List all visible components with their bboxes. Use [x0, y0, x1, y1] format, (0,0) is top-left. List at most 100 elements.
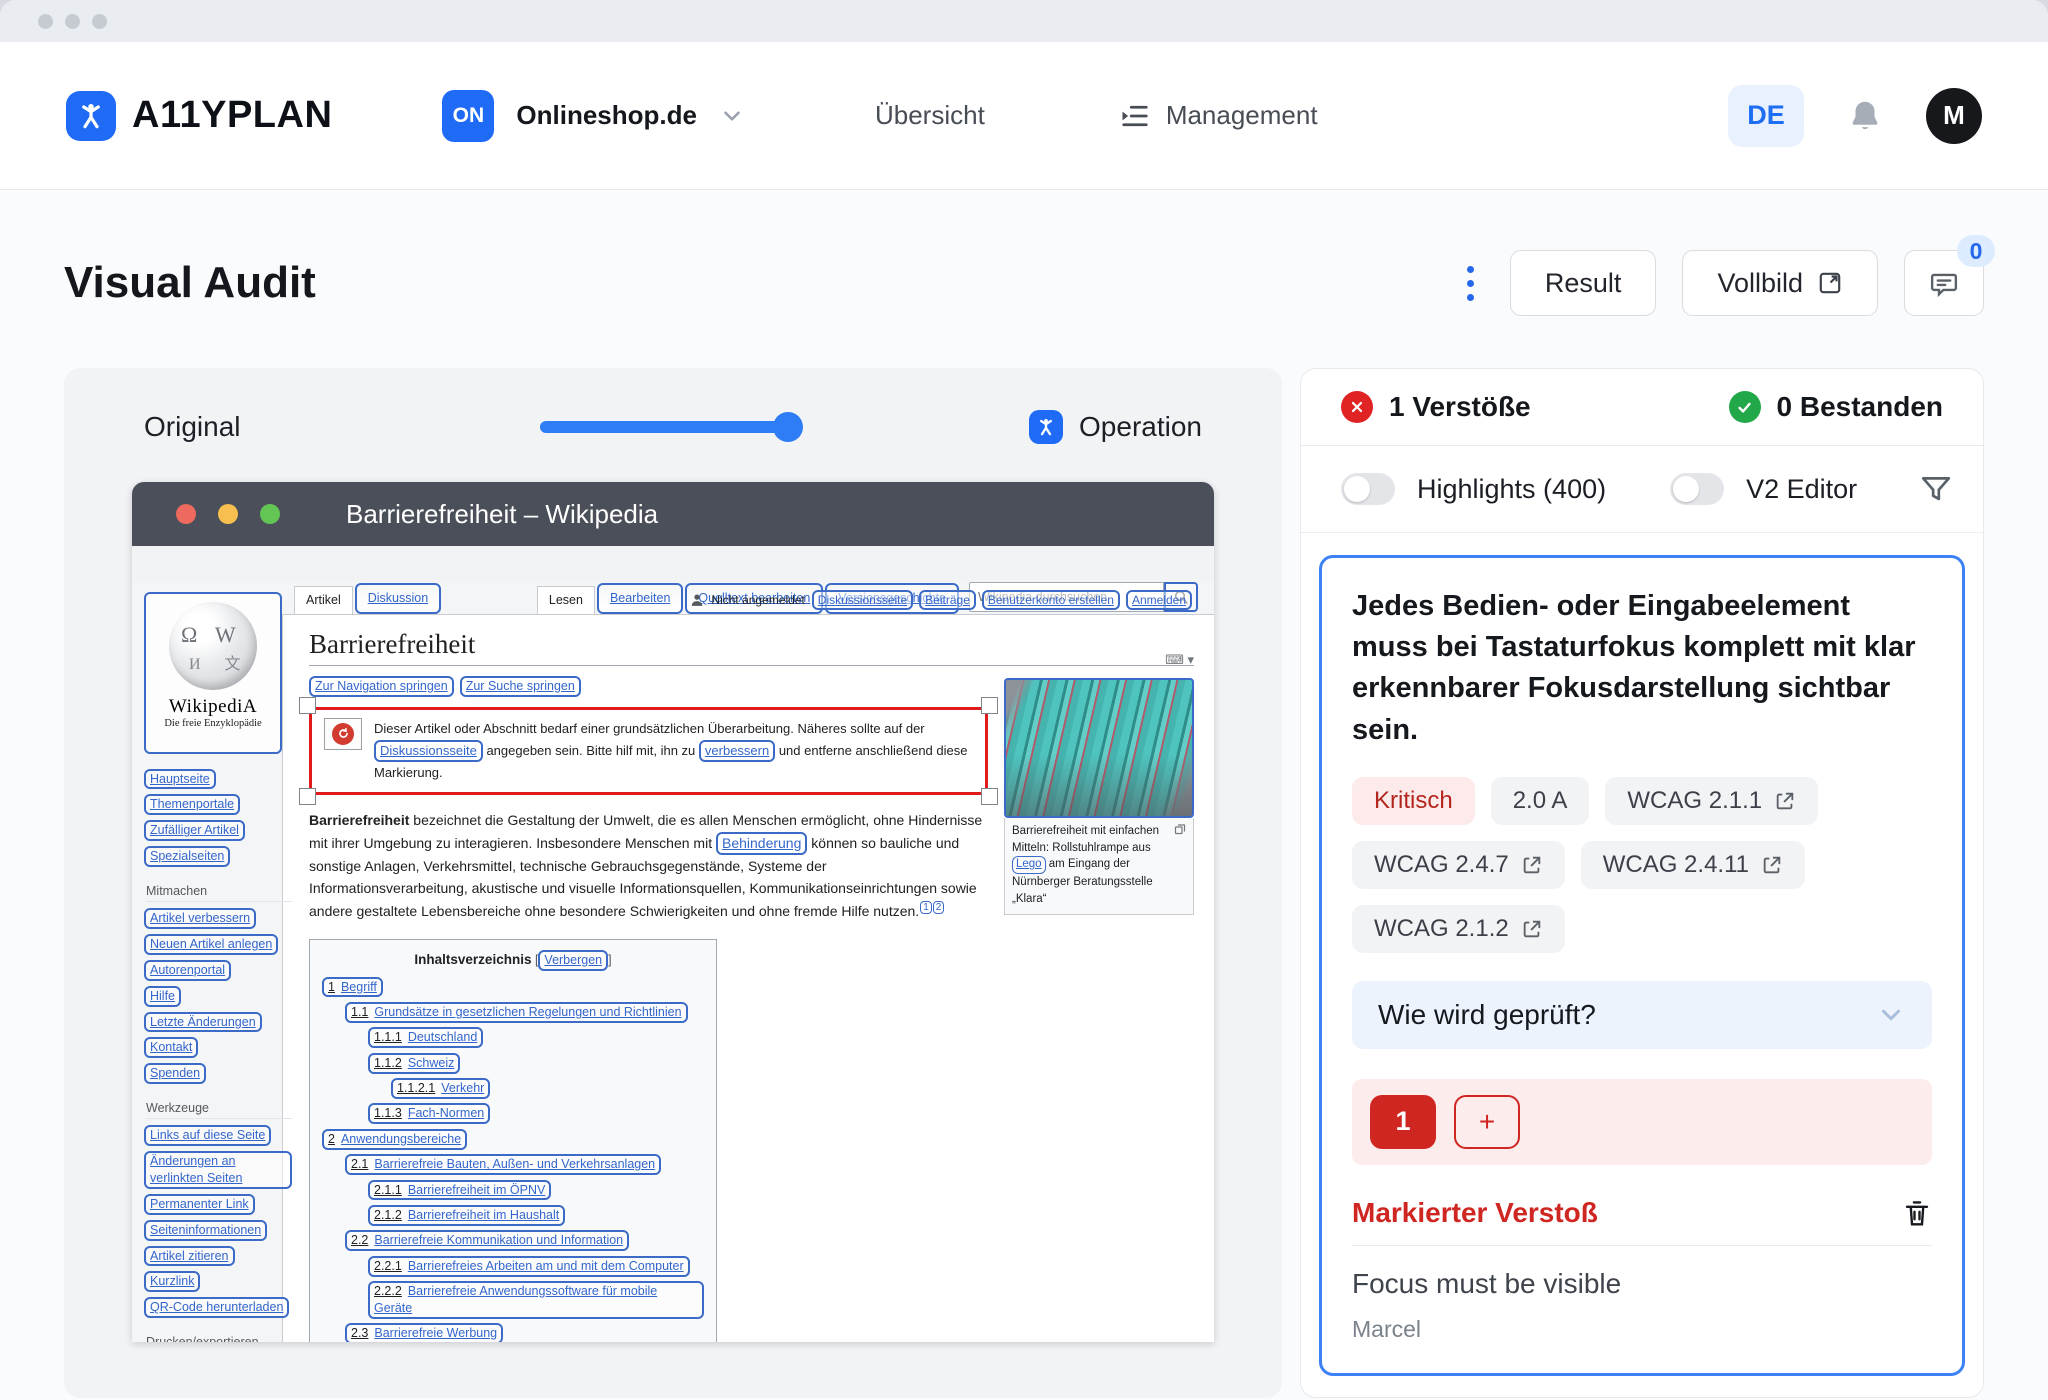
wiki-link[interactable]: Lego: [1012, 856, 1046, 874]
toc-link[interactable]: 2.2.2Barrierefreie Anwendungssoftware fü…: [368, 1281, 704, 1319]
comments-button[interactable]: 0: [1904, 250, 1984, 316]
toc-item: 2.2.2Barrierefreie Anwendungssoftware fü…: [322, 1281, 704, 1319]
wiki-action-tab[interactable]: Lesen: [537, 586, 595, 614]
add-marker-button[interactable]: +: [1454, 1095, 1520, 1149]
wiki-sidebar-link[interactable]: Letzte Änderungen: [144, 1012, 262, 1033]
project-avatar: ON: [442, 90, 494, 142]
project-selector[interactable]: ON Onlineshop.de: [442, 90, 745, 142]
browser-chrome: [0, 0, 2048, 42]
slider-thumb[interactable]: [773, 412, 803, 442]
wiki-sidebar-link[interactable]: Themenportale: [144, 794, 240, 815]
wiki-sidebar-item-row: Themenportale: [144, 792, 292, 818]
highlights-toggle[interactable]: [1341, 473, 1395, 505]
toc-link[interactable]: 2.1.2Barrierefreiheit im Haushalt: [368, 1205, 565, 1226]
wiki-sidebar-link[interactable]: Artikel verbessern: [144, 908, 256, 929]
wiki-sidebar-link[interactable]: Seiteninformationen: [144, 1220, 267, 1241]
window-dot[interactable]: [92, 14, 107, 29]
toc-number: 1.1.1: [374, 1030, 402, 1044]
wiki-personal-link[interactable]: Benutzerkonto erstellen: [982, 590, 1120, 610]
skip-links: Zur Navigation springen Zur Suche springe…: [309, 676, 988, 697]
minimize-traffic-light[interactable]: [218, 504, 238, 524]
keyboard-icon[interactable]: ⌨ ▾: [1165, 652, 1194, 668]
trash-icon[interactable]: [1902, 1198, 1932, 1228]
close-traffic-light[interactable]: [176, 504, 196, 524]
wiki-sidebar-link[interactable]: Zufälliger Artikel: [144, 820, 245, 841]
wiki-link[interactable]: Diskussionsseite: [374, 740, 483, 762]
v2-editor-toggle[interactable]: [1670, 473, 1724, 505]
wcag-reference-pill[interactable]: WCAG 2.1.1: [1605, 777, 1818, 825]
bell-icon[interactable]: [1846, 97, 1884, 135]
wcag-reference-pill[interactable]: WCAG 2.4.11: [1581, 841, 1805, 889]
wcag-reference-pill[interactable]: WCAG 2.4.7: [1352, 841, 1565, 889]
toc-link[interactable]: 2.3Barrierefreie Werbung: [345, 1323, 503, 1342]
wiki-sidebar-link[interactable]: Links auf diese Seite: [144, 1125, 271, 1146]
skip-link[interactable]: Zur Navigation springen: [309, 676, 454, 697]
wiki-sidebar-link[interactable]: Spenden: [144, 1063, 206, 1084]
wiki-sidebar-link[interactable]: Hauptseite: [144, 769, 216, 790]
wiki-link[interactable]: Behinderung: [716, 832, 807, 855]
toc-link[interactable]: 2Anwendungsbereiche: [322, 1129, 467, 1150]
toc-link[interactable]: 1.1.2.1Verkehr: [391, 1078, 490, 1099]
nav-uebersicht[interactable]: Übersicht: [875, 100, 985, 131]
lego-ramp-image[interactable]: [1004, 678, 1194, 818]
wiki-sidebar-link[interactable]: Artikel zitieren: [144, 1246, 235, 1267]
fullscreen-button[interactable]: Vollbild: [1682, 250, 1878, 316]
wiki-tab[interactable]: Diskussion: [355, 583, 441, 614]
resize-handle[interactable]: [981, 788, 998, 805]
wiki-action-tab[interactable]: Bearbeiten: [597, 583, 683, 614]
marker-count-button[interactable]: 1: [1370, 1095, 1436, 1149]
wiki-personal-link[interactable]: Beiträge: [919, 590, 976, 610]
wiki-tab[interactable]: Artikel: [294, 586, 353, 614]
wiki-sidebar-link[interactable]: Permanenter Link: [144, 1194, 255, 1215]
toc-link[interactable]: 1.1.1Deutschland: [368, 1027, 483, 1048]
selected-violation-region[interactable]: Dieser Artikel oder Abschnitt bedarf ein…: [309, 707, 988, 795]
wiki-sidebar-link[interactable]: Kurzlink: [144, 1271, 200, 1292]
wiki-sidebar-link[interactable]: Änderungen an verlinkten Seiten: [144, 1151, 292, 1189]
toc-link[interactable]: 1Begriff: [322, 977, 383, 998]
filter-icon[interactable]: [1919, 472, 1953, 506]
skip-link[interactable]: Zur Suche springen: [460, 676, 581, 697]
toc-link[interactable]: 2.2.1Barrierefreies Arbeiten am und mit …: [368, 1256, 690, 1277]
toc-link[interactable]: 1.1.3Fach-Normen: [368, 1103, 490, 1124]
toc-link[interactable]: 2.2Barrierefreie Kommunikation und Infor…: [345, 1230, 629, 1251]
wcag-reference-pill[interactable]: WCAG 2.1.2: [1352, 905, 1565, 953]
wiki-sidebar-item-row: Artikel zitieren: [144, 1243, 292, 1269]
wiki-sidebar-link[interactable]: Hilfe: [144, 986, 181, 1007]
wiki-personal-link[interactable]: Anmelden: [1126, 590, 1192, 610]
wiki-sidebar-link[interactable]: QR-Code herunterladen: [144, 1297, 289, 1318]
compare-slider[interactable]: [540, 421, 798, 433]
resize-handle[interactable]: [299, 697, 316, 714]
wiki-sidebar-link[interactable]: Spezialseiten: [144, 846, 230, 867]
wiki-sidebar-link[interactable]: Autorenportal: [144, 960, 231, 981]
main-area: Visual Audit Result Vollbild 0 Original: [0, 190, 2048, 1400]
toc-link[interactable]: 1.1Grundsätze in gesetzlichen Regelungen…: [345, 1002, 688, 1023]
reference-link[interactable]: 1: [920, 901, 932, 914]
window-dot[interactable]: [65, 14, 80, 29]
wikipedia-logo[interactable]: WikipediA Die freie Enzyklopädie: [144, 592, 282, 754]
more-options-button[interactable]: [1457, 260, 1484, 307]
toc-link[interactable]: 1.1.2Schweiz: [368, 1053, 460, 1074]
severity-badge: Kritisch: [1352, 777, 1475, 825]
wiki-personal-link[interactable]: Diskussionsseite: [812, 590, 913, 610]
toc-link[interactable]: 2.1Barrierefreie Bauten, Außen- und Verk…: [345, 1154, 661, 1175]
nav-management[interactable]: Management: [1120, 100, 1318, 131]
toc-hide-link[interactable]: Verbergen: [538, 950, 608, 971]
language-badge[interactable]: DE: [1728, 85, 1804, 147]
brand[interactable]: A11YPLAN: [66, 91, 332, 141]
resize-handle[interactable]: [299, 788, 316, 805]
enlarge-icon[interactable]: [1174, 823, 1186, 835]
wiki-sidebar-item-row: Spenden: [144, 1061, 292, 1087]
wiki-sidebar-link[interactable]: Kontakt: [144, 1037, 198, 1058]
toc-link[interactable]: 2.1.1Barrierefreiheit im ÖPNV: [368, 1180, 551, 1201]
how-tested-accordion[interactable]: Wie wird geprüft?: [1352, 981, 1932, 1049]
window-dot[interactable]: [38, 14, 53, 29]
management-icon: [1120, 101, 1150, 131]
resize-handle[interactable]: [981, 697, 998, 714]
wiki-sidebar-link[interactable]: Neuen Artikel anlegen: [144, 934, 278, 955]
wiki-link[interactable]: verbessern: [699, 740, 775, 762]
violation-card[interactable]: Jedes Bedien- oder Eingabeelement muss b…: [1319, 555, 1965, 1376]
result-button[interactable]: Result: [1510, 250, 1657, 316]
reference-link[interactable]: 2: [933, 901, 945, 914]
avatar[interactable]: M: [1926, 88, 1982, 144]
zoom-traffic-light[interactable]: [260, 504, 280, 524]
